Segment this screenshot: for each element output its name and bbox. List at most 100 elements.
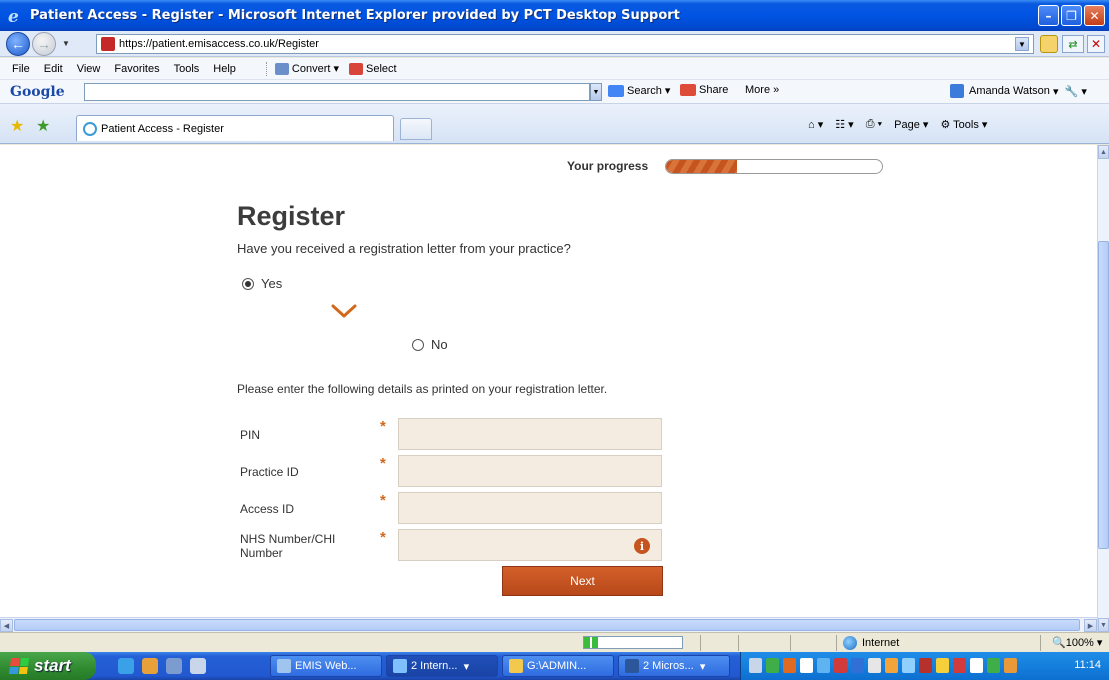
ie-icon (393, 659, 407, 673)
tray-icon[interactable] (817, 658, 830, 673)
radio-no-indicator[interactable] (412, 338, 424, 351)
new-tab-button[interactable] (400, 118, 432, 140)
select-button[interactable]: Select (349, 62, 397, 75)
practice-id-field[interactable] (398, 455, 662, 487)
tray-icon[interactable] (783, 658, 796, 673)
vertical-scrollbar[interactable]: ▲ ▼ (1097, 145, 1109, 632)
next-button[interactable]: Next (502, 566, 663, 596)
pin-field[interactable] (398, 418, 662, 450)
app-quicklaunch-icon[interactable] (166, 658, 182, 674)
tab-bar: ★ ★ Patient Access - Register ⌂ ▾ ☷ ▾ ⎙ … (0, 104, 1109, 144)
close-button[interactable]: ✕ (1084, 5, 1105, 26)
google-share-label: Share (699, 84, 729, 96)
vertical-scroll-thumb[interactable] (1098, 241, 1109, 549)
taskbar-item-emis-web[interactable]: EMIS Web... (270, 655, 382, 677)
feeds-icon[interactable]: ☷ ▾ (835, 118, 853, 131)
back-button[interactable]: ← (6, 31, 30, 56)
print-icon[interactable]: ⎙ ▾ (866, 118, 882, 131)
menu-favorites[interactable]: Favorites (114, 63, 159, 75)
radio-yes-label[interactable]: Yes (261, 276, 282, 291)
add-favorite-icon[interactable]: ★ (36, 116, 50, 136)
google-more-button[interactable]: More » (745, 84, 779, 96)
url-text: https://patient.emisaccess.co.uk/Registe… (119, 38, 319, 50)
scroll-down-icon[interactable]: ▼ (1098, 618, 1109, 632)
google-search-input[interactable] (84, 83, 590, 101)
tray-icon[interactable] (919, 658, 932, 673)
page-title: Register (237, 201, 346, 231)
history-dropdown-icon[interactable]: ▼ (62, 39, 70, 48)
info-icon[interactable]: i (634, 538, 650, 554)
radio-yes-indicator[interactable] (242, 277, 254, 290)
browser-quicklaunch-icon[interactable] (142, 658, 158, 674)
menu-bar: File Edit View Favorites Tools Help Conv… (0, 58, 1109, 80)
desktop-quicklaunch-icon[interactable] (190, 658, 206, 674)
google-share-button[interactable]: Share (680, 84, 728, 96)
menu-edit[interactable]: Edit (44, 63, 63, 75)
url-input[interactable]: https://patient.emisaccess.co.uk/Registe… (96, 34, 1034, 54)
scroll-left-icon[interactable]: ◀ (0, 619, 13, 632)
tab-patient-access-register[interactable]: Patient Access - Register (76, 115, 394, 141)
restore-button[interactable]: ❐ (1061, 5, 1082, 26)
taskbar-item-internet-explorer[interactable]: 2 Intern... ▾ (386, 655, 498, 677)
forward-button[interactable]: → (32, 31, 56, 56)
radio-no[interactable]: No (412, 337, 448, 352)
google-search-icon (608, 84, 624, 97)
convert-icon (274, 62, 289, 75)
page-menu[interactable]: Page ▾ (894, 118, 928, 131)
tray-icon[interactable] (936, 658, 949, 673)
nhs-number-field[interactable]: i (398, 529, 662, 561)
google-user-name: Amanda Watson (969, 85, 1050, 97)
lock-icon[interactable] (1040, 35, 1058, 53)
google-user-menu[interactable]: Amanda Watson ▾ 🔧 ▾ (950, 84, 1087, 98)
security-zone[interactable]: Internet (843, 636, 899, 650)
security-zone-label: Internet (862, 637, 900, 649)
tray-icon[interactable] (885, 658, 898, 673)
convert-button[interactable]: Convert ▾ (274, 62, 339, 75)
favorites-star-icon[interactable]: ★ (10, 116, 24, 136)
tray-icon[interactable] (800, 658, 813, 673)
tray-icon[interactable] (868, 658, 881, 673)
page-content: Your progress Register Have you received… (0, 145, 1097, 617)
horizontal-scrollbar[interactable]: ◀ ▶ (0, 617, 1097, 632)
google-search-button[interactable]: Search ▾ (608, 84, 670, 97)
url-dropdown-icon[interactable]: ▼ (1015, 37, 1029, 51)
google-search-dropdown-icon[interactable]: ▼ (590, 83, 602, 101)
required-marker: * (380, 529, 386, 546)
start-label: start (34, 656, 71, 675)
horizontal-scroll-thumb[interactable] (14, 619, 1080, 631)
radio-yes[interactable]: Yes (242, 276, 282, 291)
taskbar-item-label: 2 Intern... (411, 660, 458, 672)
menu-file[interactable]: File (12, 63, 30, 75)
tray-icon[interactable] (970, 658, 983, 673)
tray-icon[interactable] (749, 658, 762, 673)
access-id-field[interactable] (398, 492, 662, 524)
radio-no-label[interactable]: No (431, 337, 448, 352)
stop-button[interactable]: ✕ (1087, 35, 1105, 53)
tray-icon[interactable] (834, 658, 847, 673)
menu-help[interactable]: Help (213, 63, 236, 75)
tray-icon[interactable] (902, 658, 915, 673)
tray-icon[interactable] (987, 658, 1000, 673)
scroll-right-icon[interactable]: ▶ (1084, 619, 1097, 632)
taskbar-item-word[interactable]: 2 Micros... ▾ (618, 655, 730, 677)
home-icon[interactable]: ⌂ ▾ (808, 118, 823, 131)
menu-separator (265, 61, 267, 76)
window-title-bar[interactable]: e Patient Access - Register - Microsoft … (0, 0, 1109, 31)
tray-icon[interactable] (1004, 658, 1017, 673)
refresh-button[interactable]: ⇄ (1062, 35, 1084, 53)
tray-icon[interactable] (953, 658, 966, 673)
tools-menu[interactable]: ⚙ Tools ▾ (940, 118, 987, 131)
zoom-level[interactable]: 🔍100% ▾ (1052, 636, 1102, 649)
start-button[interactable]: start (0, 652, 96, 680)
scroll-up-icon[interactable]: ▲ (1098, 145, 1109, 159)
status-separator (700, 635, 701, 651)
taskbar-item-label: EMIS Web... (295, 660, 357, 672)
minimize-button[interactable]: – (1038, 5, 1059, 26)
ie-quicklaunch-icon[interactable] (118, 658, 134, 674)
tray-icon[interactable] (766, 658, 779, 673)
status-separator (738, 635, 739, 651)
tray-icon[interactable] (851, 658, 864, 673)
menu-view[interactable]: View (77, 63, 101, 75)
taskbar-item-folder[interactable]: G:\ADMIN... (502, 655, 614, 677)
menu-tools[interactable]: Tools (174, 63, 200, 75)
